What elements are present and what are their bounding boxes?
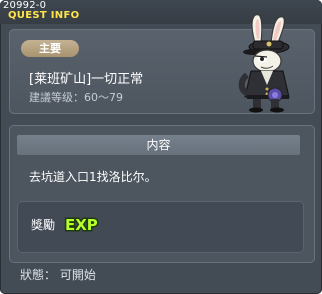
content-section-title: 内容 [17, 135, 300, 155]
window-title: QUEST INFO [8, 10, 80, 21]
quest-name: [莱班矿山]一切正常 [29, 72, 144, 87]
quest-info-window: 20992-0 QUEST INFO 主要 [莱班矿山]一切正常 建議等级：60… [0, 0, 322, 294]
exp-reward-icon[interactable]: EXP EXP [64, 214, 100, 236]
level-requirement: 建議等级：60～79 [29, 91, 123, 104]
svg-text:EXP: EXP [65, 216, 98, 234]
reward-label: 獎勵 [31, 218, 56, 232]
reward-box [17, 201, 304, 253]
status-text: 狀態： 可開始 [20, 268, 96, 282]
npc-portrait-icon [225, 11, 305, 113]
quest-description: 去坑道入口1找洛比尔。 [29, 170, 157, 184]
category-badge: 主要 [21, 40, 79, 57]
